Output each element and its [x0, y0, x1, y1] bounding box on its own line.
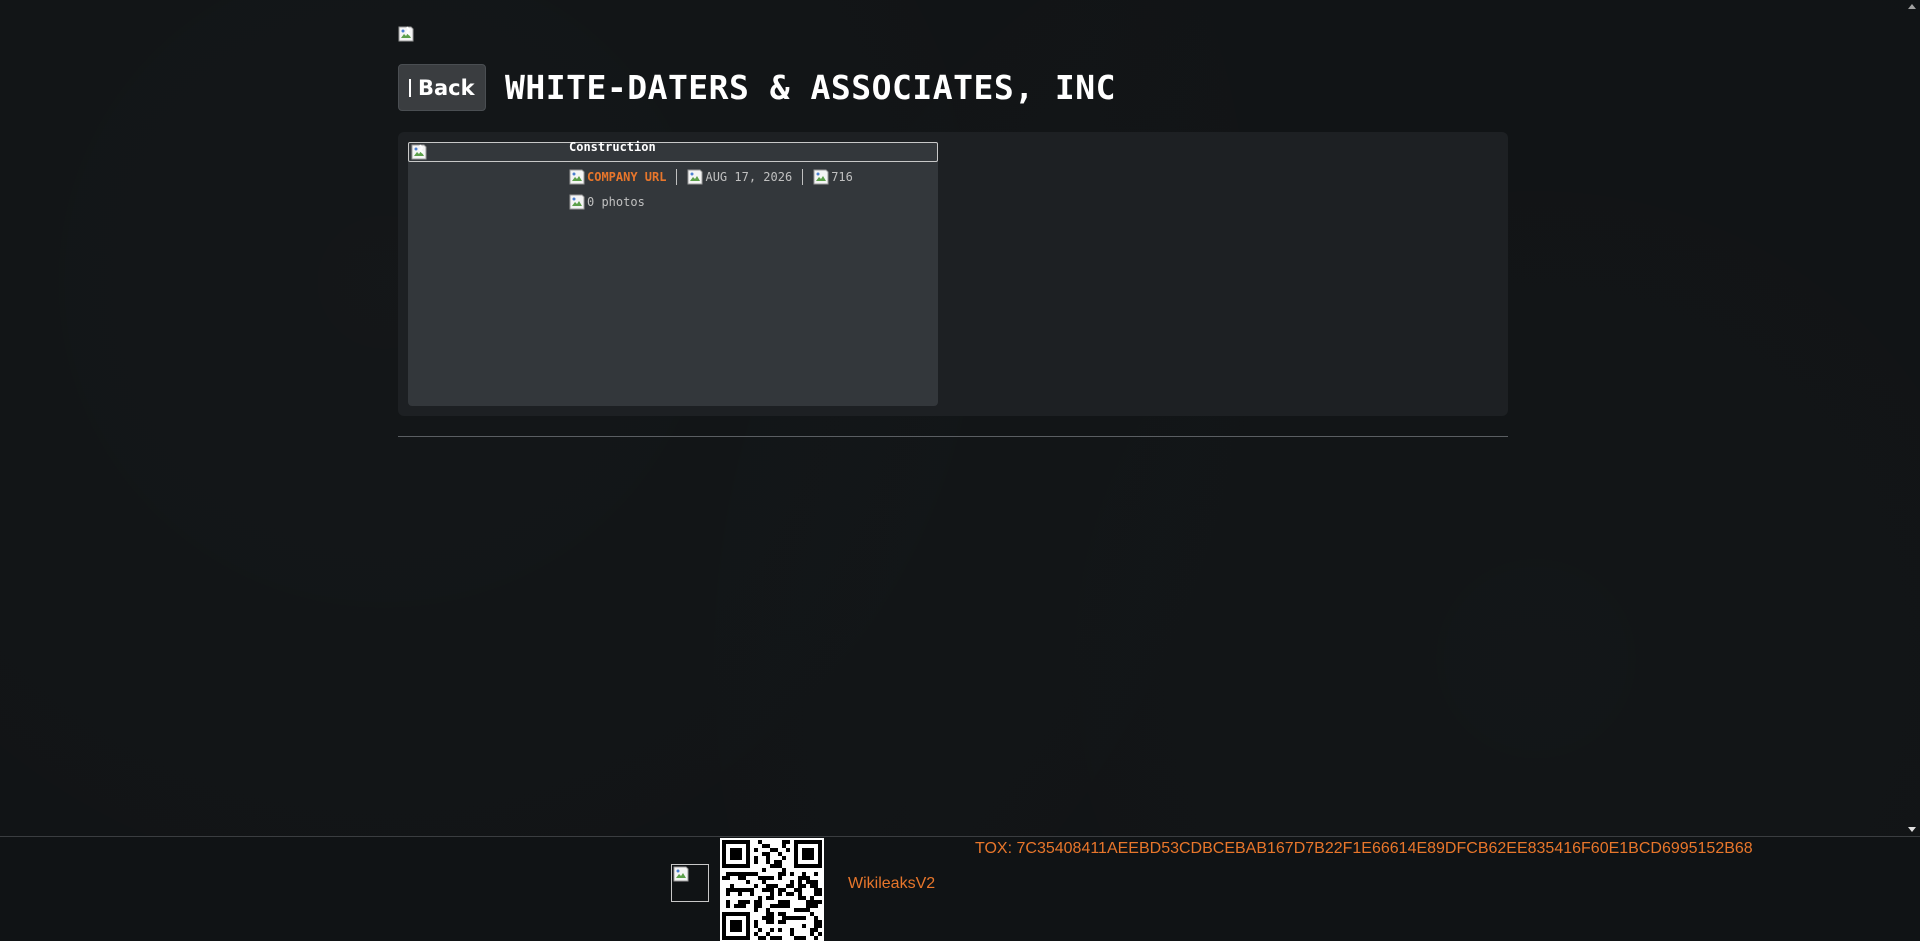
wikileaks-link[interactable]: WikileaksV2: [848, 875, 935, 893]
back-bar-icon: [409, 78, 411, 97]
back-button[interactable]: Back: [398, 64, 486, 111]
company-meta-row: COMPANY URL AUG 17, 2026 716: [569, 169, 853, 185]
company-image-broken-frame: [408, 142, 938, 162]
company-photos-row: 0 photos: [569, 194, 645, 210]
meta-separator: [676, 169, 678, 185]
company-photos-item: 0 photos: [569, 194, 645, 210]
page: Back WHITE-DATERS & ASSOCIATES, INC Cons…: [0, 0, 1920, 836]
scroll-up-arrow-icon[interactable]: [1908, 4, 1916, 9]
company-views: 716: [831, 170, 853, 184]
footer-logo-broken-image: [671, 864, 709, 902]
company-date-item: AUG 17, 2026: [687, 169, 792, 185]
tox-id: TOX: 7C35408411AEEBD53CDBCEBAB167D7B22F1…: [975, 840, 1753, 857]
qr-code: [720, 838, 824, 941]
qr-code-graphic: [722, 840, 822, 940]
company-url-link[interactable]: COMPANY URL: [587, 170, 666, 184]
site-logo-broken-image-icon[interactable]: [398, 26, 414, 42]
page-title: WHITE-DATERS & ASSOCIATES, INC: [505, 68, 1117, 107]
company-date: AUG 17, 2026: [705, 170, 793, 184]
broken-image-icon: [411, 144, 427, 160]
section-divider: [398, 436, 1508, 437]
company-card: [398, 132, 1508, 416]
meta-separator: [802, 169, 804, 185]
company-url-item[interactable]: COMPANY URL: [569, 169, 666, 185]
back-button-label: Back: [418, 75, 475, 100]
calendar-broken-image-icon: [687, 169, 703, 185]
scroll-down-arrow-icon[interactable]: [1908, 827, 1916, 832]
broken-image-icon: [673, 866, 689, 882]
photos-broken-image-icon: [569, 194, 585, 210]
company-category: Construction: [569, 140, 656, 154]
company-photos: 0 photos: [587, 195, 645, 209]
link-broken-image-icon: [569, 169, 585, 185]
views-broken-image-icon: [813, 169, 829, 185]
page-scrollbar[interactable]: [1904, 0, 1920, 836]
company-views-item: 716: [813, 169, 853, 185]
footer: WikileaksV2 TOX: 7C35408411AEEBD53CDBCEB…: [0, 836, 1920, 941]
